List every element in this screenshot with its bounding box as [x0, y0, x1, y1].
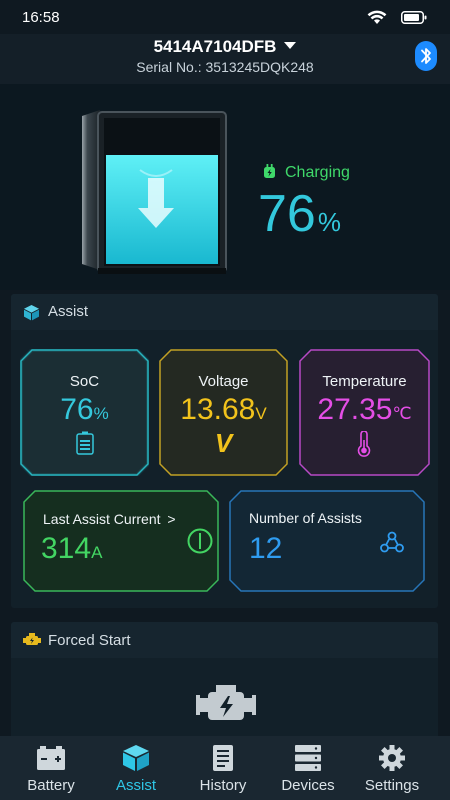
- devices-icon: [295, 745, 321, 771]
- nav-assist[interactable]: Assist: [91, 736, 181, 800]
- voltage-unit: V: [255, 404, 267, 423]
- nav-devices-label: Devices: [281, 777, 335, 794]
- temperature-value-group: 27.35℃: [299, 393, 430, 427]
- chevron-right-icon: >: [167, 511, 176, 527]
- serial-label: Serial No.:: [136, 59, 202, 75]
- nav-devices[interactable]: Devices: [263, 736, 353, 800]
- cube-icon: [24, 305, 39, 321]
- charging-plug-icon: [264, 164, 275, 178]
- soc-value-group: 76%: [20, 393, 149, 427]
- nav-history-label: History: [199, 777, 247, 794]
- nav-battery-label: Battery: [27, 777, 75, 794]
- charging-text: Charging: [285, 164, 350, 181]
- forced-start-panel: Forced Start: [11, 622, 438, 742]
- nav-history[interactable]: History: [178, 736, 268, 800]
- bottom-nav: Battery Assist History Devices Settings: [0, 736, 450, 800]
- temperature-value: 27.35: [317, 393, 393, 426]
- soc-label: SoC: [69, 373, 100, 390]
- status-bar: 16:58: [0, 0, 450, 34]
- temperature-unit: ℃: [392, 404, 412, 423]
- temperature-label: Temperature: [322, 373, 407, 390]
- last-assist-current-label-row: Last Assist Current >: [43, 511, 176, 527]
- cube-icon: [123, 745, 149, 771]
- last-assist-current-value: 314: [41, 532, 92, 565]
- voltage-label: Voltage: [198, 373, 249, 390]
- soc-card: SoC 76%: [20, 349, 149, 476]
- engine-small-icon: [23, 633, 41, 645]
- last-assist-current-value-group: 314A: [41, 532, 102, 566]
- hero-percent: 76%: [258, 184, 341, 244]
- nav-assist-label: Assist: [115, 777, 156, 794]
- wifi-icon: [367, 10, 387, 24]
- number-of-assists-card: Number of Assists 12: [229, 490, 425, 592]
- nav-settings-label: Settings: [364, 777, 420, 794]
- gear-icon: [379, 745, 405, 771]
- assist-panel-header: Assist: [11, 294, 438, 330]
- soc-value: 76: [60, 393, 94, 426]
- last-assist-current-label: Last Assist Current: [43, 511, 161, 527]
- soc-unit: %: [93, 404, 109, 423]
- bluetooth-button[interactable]: [415, 41, 437, 71]
- battery-charge-visual: [82, 110, 227, 274]
- serial-value: 3513245DQK248: [205, 59, 314, 75]
- power-icon: [187, 528, 213, 554]
- device-name: 5414A7104DFB: [153, 37, 277, 56]
- serial-number: Serial No.: 3513245DQK248: [0, 59, 450, 75]
- voltage-value: 13.68: [180, 393, 256, 426]
- nav-settings[interactable]: Settings: [347, 736, 437, 800]
- assist-panel-title: Assist: [48, 303, 89, 320]
- temperature-card: Temperature 27.35℃: [299, 349, 430, 476]
- battery-status-icon: [401, 11, 427, 24]
- status-time: 16:58: [22, 9, 60, 26]
- forced-start-header: Forced Start: [11, 622, 438, 658]
- nav-battery[interactable]: Battery: [6, 736, 96, 800]
- history-icon: [213, 745, 233, 771]
- number-of-assists-label: Number of Assists: [249, 510, 362, 526]
- engine-start-button-icon[interactable]: [196, 682, 256, 726]
- number-of-assists-value: 12: [249, 532, 283, 565]
- last-assist-current-card[interactable]: Last Assist Current > 314A: [23, 490, 219, 592]
- thermometer-icon: [357, 431, 371, 457]
- last-assist-current-unit: A: [91, 543, 103, 562]
- app-header: 5414A7104DFB Serial No.: 3513245DQK248: [0, 34, 450, 84]
- charging-status: Charging: [262, 163, 350, 182]
- voltage-value-group: 13.68V: [159, 393, 288, 427]
- voltage-card: Voltage 13.68V V: [159, 349, 288, 476]
- battery-level-icon: [76, 431, 94, 455]
- bluetooth-icon: [421, 48, 431, 64]
- forced-start-title: Forced Start: [48, 632, 131, 649]
- cycle-icon: [380, 531, 404, 553]
- battery-icon: [37, 746, 65, 770]
- hero-percent-unit: %: [317, 207, 341, 237]
- chevron-down-icon: [284, 42, 297, 49]
- assist-panel: Assist SoC 76% Voltage 13.68V V Temperat…: [11, 294, 438, 608]
- voltage-glyph-icon: V: [214, 428, 233, 458]
- device-selector[interactable]: 5414A7104DFB: [0, 37, 450, 57]
- hero-percent-value: 76: [258, 185, 316, 243]
